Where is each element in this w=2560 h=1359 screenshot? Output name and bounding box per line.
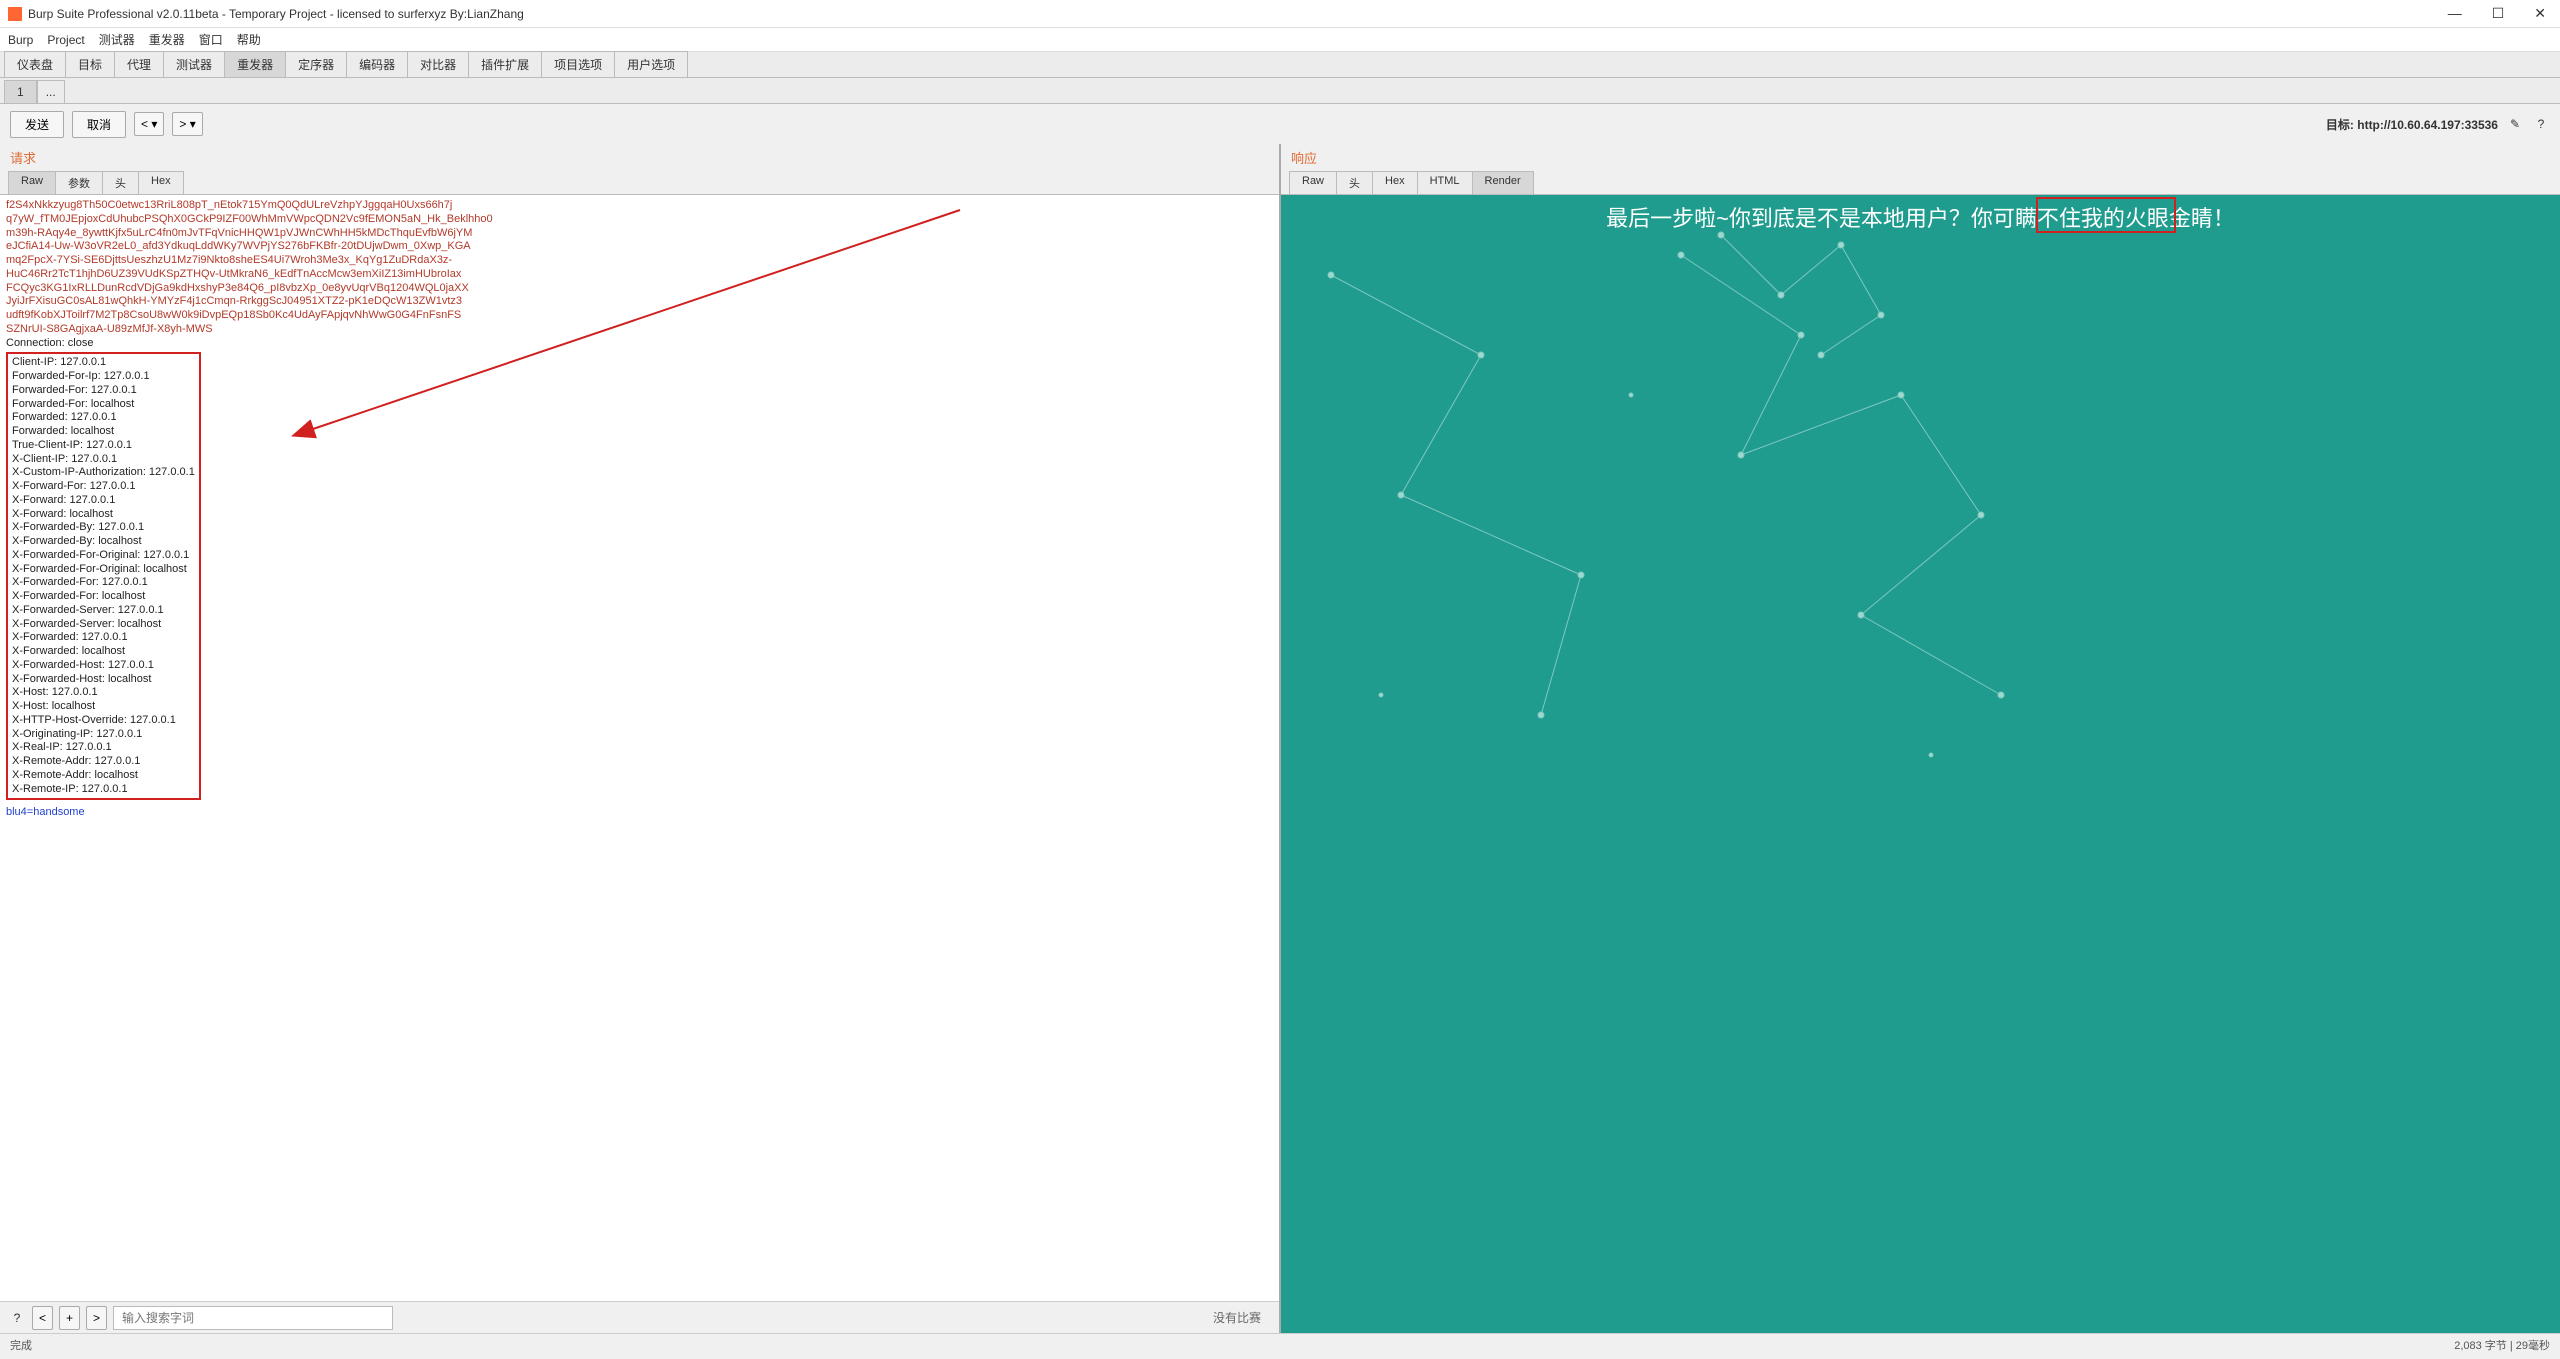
request-tab-raw[interactable]: Raw [8,171,56,194]
request-tab-hex[interactable]: Hex [138,171,184,194]
menu-repeater[interactable]: 重发器 [149,31,185,48]
request-editor[interactable]: f2S4xNkkzyug8Th50C0etwc13RriL808pT_nEtok… [0,195,1279,1301]
response-view-tabs: Raw 头 Hex HTML Render [1281,171,2560,195]
no-match-label: 没有比赛 [1213,1309,1261,1326]
repeater-toolbar: 发送 取消 < ▾ > ▾ 目标: http://10.60.64.197:33… [0,104,2560,144]
search-add-button[interactable]: + [59,1306,80,1330]
spoofed-headers-block: Client-IP: 127.0.0.1Forwarded-For-Ip: 12… [6,352,201,800]
search-prev-button[interactable]: < [32,1306,53,1330]
cancel-button[interactable]: 取消 [72,111,126,138]
close-button[interactable]: ✕ [2528,5,2552,22]
request-body-line: blu4=handsome [6,806,1273,820]
menu-help[interactable]: 帮助 [237,31,261,48]
menu-project[interactable]: Project [47,33,84,47]
send-button[interactable]: 发送 [10,111,64,138]
repeater-subtabs: 1 ... [0,78,2560,104]
response-tab-headers[interactable]: 头 [1336,171,1373,194]
tab-repeater[interactable]: 重发器 [224,51,286,77]
tab-intruder[interactable]: 测试器 [163,51,225,77]
annotation-highlight-box [2036,197,2176,233]
status-left: 完成 [10,1337,32,1353]
content-split: 请求 Raw 参数 头 Hex f2S4xNkkzyug8Th50C0etwc1… [0,144,2560,1333]
tab-comparer[interactable]: 对比器 [407,51,469,77]
history-fwd-button[interactable]: > ▾ [172,112,202,136]
tab-extender[interactable]: 插件扩展 [468,51,542,77]
particles-bg-icon [1281,195,2560,1333]
app-logo-icon [8,7,22,21]
request-label: 请求 [0,144,1279,171]
edit-target-icon[interactable]: ✎ [2506,115,2524,133]
search-next-button[interactable]: > [86,1306,107,1330]
connection-line: Connection: close [6,337,1273,351]
response-tab-render[interactable]: Render [1472,171,1534,194]
tab-sequencer[interactable]: 定序器 [285,51,347,77]
request-tab-headers[interactable]: 头 [102,171,139,194]
search-bar: ? < + > 没有比赛 [0,1301,1279,1333]
menubar: Burp Project 测试器 重发器 窗口 帮助 [0,28,2560,52]
subtab-1[interactable]: 1 [4,80,37,103]
response-tab-html[interactable]: HTML [1417,171,1473,194]
titlebar: Burp Suite Professional v2.0.11beta - Te… [0,0,2560,28]
tab-dashboard[interactable]: 仪表盘 [4,51,66,77]
request-pane: 请求 Raw 参数 头 Hex f2S4xNkkzyug8Th50C0etwc1… [0,144,1281,1333]
main-tabs: 仪表盘 目标 代理 测试器 重发器 定序器 编码器 对比器 插件扩展 项目选项 … [0,52,2560,78]
minimize-button[interactable]: — [2442,5,2468,22]
menu-window[interactable]: 窗口 [199,31,223,48]
response-pane: 响应 Raw 头 Hex HTML Render [1281,144,2560,1333]
menu-burp[interactable]: Burp [8,33,33,47]
menu-tester[interactable]: 测试器 [99,31,135,48]
maximize-button[interactable]: ☐ [2486,5,2511,22]
tab-decoder[interactable]: 编码器 [346,51,408,77]
response-label: 响应 [1281,144,2560,171]
window-title: Burp Suite Professional v2.0.11beta - Te… [28,7,2442,21]
tab-target[interactable]: 目标 [65,51,115,77]
tab-user-options[interactable]: 用户选项 [614,51,688,77]
response-tab-raw[interactable]: Raw [1289,171,1337,194]
request-tab-params[interactable]: 参数 [55,171,103,194]
history-back-button[interactable]: < ▾ [134,112,164,136]
response-tab-hex[interactable]: Hex [1372,171,1418,194]
subtab-more[interactable]: ... [37,80,65,103]
help-small-icon[interactable]: ? [8,1309,26,1327]
target-label: 目标: http://10.60.64.197:33536 [2326,116,2498,133]
tab-project-options[interactable]: 项目选项 [541,51,615,77]
request-view-tabs: Raw 参数 头 Hex [0,171,1279,195]
search-input[interactable] [113,1306,393,1330]
statusbar: 完成 2,083 字节 | 29毫秒 [0,1333,2560,1355]
help-icon[interactable]: ? [2532,115,2550,133]
status-right: 2,083 字节 | 29毫秒 [2454,1337,2550,1353]
tab-proxy[interactable]: 代理 [114,51,164,77]
render-viewport[interactable]: 最后一步啦~你到底是不是本地用户？你可瞒不住我的火眼金睛！ [1281,195,2560,1333]
